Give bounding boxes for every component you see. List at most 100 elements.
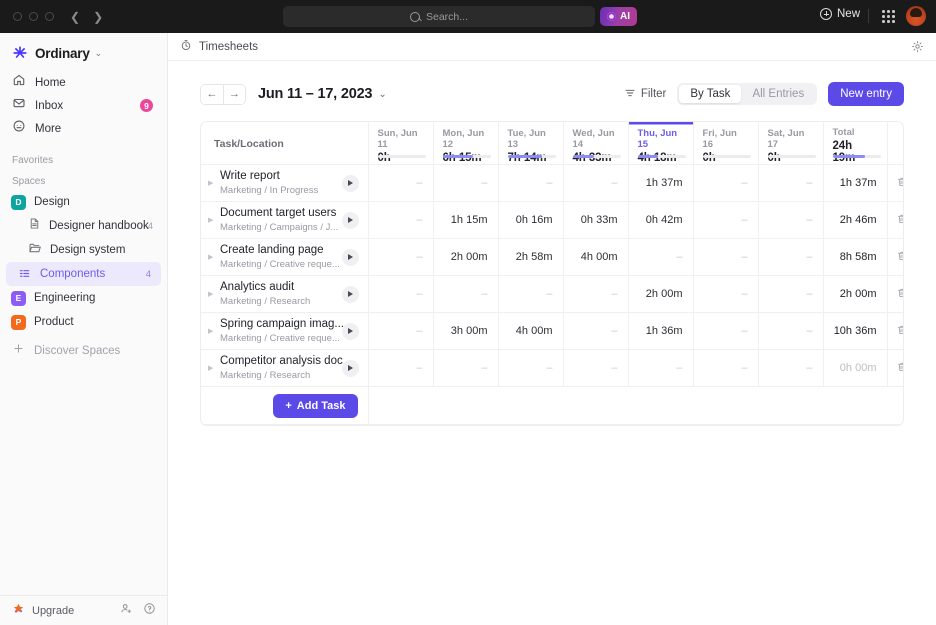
workspace-switcher[interactable]: Ordinary ⌄ [0,33,167,61]
expand-triangle-icon[interactable]: ▶ [208,216,220,224]
user-avatar[interactable] [906,6,926,26]
task-cell[interactable]: ▶ Spring campaign imag... Marketing / Cr… [201,313,368,350]
delete-row-button[interactable] [887,313,904,350]
time-cell[interactable]: – [368,239,433,276]
forward-arrow-icon[interactable]: ❯ [93,11,103,23]
time-cell[interactable]: – [368,202,433,239]
start-timer-button[interactable] [342,175,359,192]
time-cell[interactable]: – [758,239,823,276]
sidebar-item-product[interactable]: P Product [0,310,167,334]
window-minimize-dot[interactable] [29,12,38,21]
time-cell[interactable]: 0h 33m [563,202,628,239]
table-row[interactable]: ▶ Document target users Marketing / Camp… [201,202,904,239]
sidebar-item-inbox[interactable]: Inbox 9 [0,94,167,117]
table-row[interactable]: ▶ Competitor analysis doc Marketing / Re… [201,350,904,387]
time-cell[interactable]: – [693,165,758,202]
time-cell[interactable]: – [563,313,628,350]
time-cell[interactable]: 2h 58m [498,239,563,276]
time-cell[interactable]: – [758,276,823,313]
upgrade-label[interactable]: Upgrade [32,605,74,617]
ai-button[interactable]: AI [600,7,637,26]
delete-row-button[interactable] [887,165,904,202]
table-row[interactable]: ▶ Create landing page Marketing / Creati… [201,239,904,276]
expand-triangle-icon[interactable]: ▶ [208,179,220,187]
sidebar-item-home[interactable]: Home [0,71,167,94]
time-cell[interactable]: 2h 00m [433,239,498,276]
sidebar-item-design-system[interactable]: Design system [0,238,167,262]
time-cell[interactable]: – [433,276,498,313]
time-cell[interactable]: – [433,350,498,387]
start-timer-button[interactable] [342,212,359,229]
window-maximize-dot[interactable] [45,12,54,21]
time-cell[interactable]: – [368,276,433,313]
back-arrow-icon[interactable]: ❮ [70,11,80,23]
time-cell[interactable]: – [498,276,563,313]
time-cell[interactable]: – [758,165,823,202]
time-cell[interactable]: 2h 00m [628,276,693,313]
time-cell[interactable]: – [628,350,693,387]
table-row[interactable]: ▶ Write report Marketing / In Progress –… [201,165,904,202]
column-header-day[interactable]: Sun, Jun 11 0h [368,122,433,165]
time-cell[interactable]: 1h 36m [628,313,693,350]
time-cell[interactable]: – [563,165,628,202]
time-cell[interactable]: 4h 00m [498,313,563,350]
delete-row-button[interactable] [887,276,904,313]
time-cell[interactable]: 0h 42m [628,202,693,239]
time-cell[interactable]: – [758,202,823,239]
start-timer-button[interactable] [342,249,359,266]
time-cell[interactable]: 1h 37m [628,165,693,202]
task-cell[interactable]: ▶ Analytics audit Marketing / Research [201,276,368,313]
time-cell[interactable]: – [433,165,498,202]
expand-triangle-icon[interactable]: ▶ [208,327,220,335]
column-header-day-today[interactable]: Thu, Jun 15 4h 18m [628,122,693,165]
start-timer-button[interactable] [342,323,359,340]
task-cell[interactable]: ▶ Competitor analysis doc Marketing / Re… [201,350,368,387]
filter-button[interactable]: Filter [624,87,667,102]
task-cell[interactable]: ▶ Write report Marketing / In Progress [201,165,368,202]
sidebar-item-design[interactable]: D Design [0,190,167,214]
time-cell[interactable]: – [368,350,433,387]
expand-triangle-icon[interactable]: ▶ [208,290,220,298]
time-cell[interactable]: – [758,313,823,350]
time-cell[interactable]: – [693,350,758,387]
table-row[interactable]: ▶ Spring campaign imag... Marketing / Cr… [201,313,904,350]
gear-icon[interactable] [911,40,924,58]
time-cell[interactable]: – [563,350,628,387]
task-cell[interactable]: ▶ Create landing page Marketing / Creati… [201,239,368,276]
time-cell[interactable]: 4h 00m [563,239,628,276]
column-header-day[interactable]: Wed, Jun 14 4h 33m [563,122,628,165]
chevron-down-icon[interactable]: ⌄ [378,89,386,100]
sidebar-item-more[interactable]: More [0,117,167,140]
new-entry-button[interactable]: New entry [828,82,904,106]
new-button[interactable]: New [820,8,860,20]
start-timer-button[interactable] [342,286,359,303]
time-cell[interactable]: – [498,165,563,202]
time-cell[interactable]: 0h 16m [498,202,563,239]
table-row[interactable]: ▶ Analytics audit Marketing / Research –… [201,276,904,313]
column-header-day[interactable]: Fri, Jun 16 0h [693,122,758,165]
discover-spaces-button[interactable]: Discover Spaces [0,339,167,363]
time-cell[interactable]: – [693,276,758,313]
task-cell[interactable]: ▶ Document target users Marketing / Camp… [201,202,368,239]
time-cell[interactable]: 1h 15m [433,202,498,239]
column-header-day[interactable]: Mon, Jun 12 6h 15m [433,122,498,165]
delete-row-button[interactable] [887,239,904,276]
time-cell[interactable]: – [693,202,758,239]
time-cell[interactable]: – [693,239,758,276]
window-close-dot[interactable] [13,12,22,21]
time-cell[interactable]: 3h 00m [433,313,498,350]
time-cell[interactable]: – [368,165,433,202]
apps-grid-icon[interactable] [882,10,895,23]
sidebar-item-designer-handbook[interactable]: Designer handbook 4 [0,214,167,238]
sidebar-item-components[interactable]: Components 4 [6,262,161,286]
start-timer-button[interactable] [342,360,359,377]
sidebar-item-engineering[interactable]: E Engineering [0,286,167,310]
expand-triangle-icon[interactable]: ▶ [208,253,220,261]
time-cell[interactable]: – [693,313,758,350]
expand-triangle-icon[interactable]: ▶ [208,364,220,372]
time-cell[interactable]: – [758,350,823,387]
tab-all-entries[interactable]: All Entries [741,85,815,103]
help-icon[interactable] [143,602,156,620]
delete-row-button[interactable] [887,202,904,239]
search-input[interactable]: Search... [283,6,595,27]
